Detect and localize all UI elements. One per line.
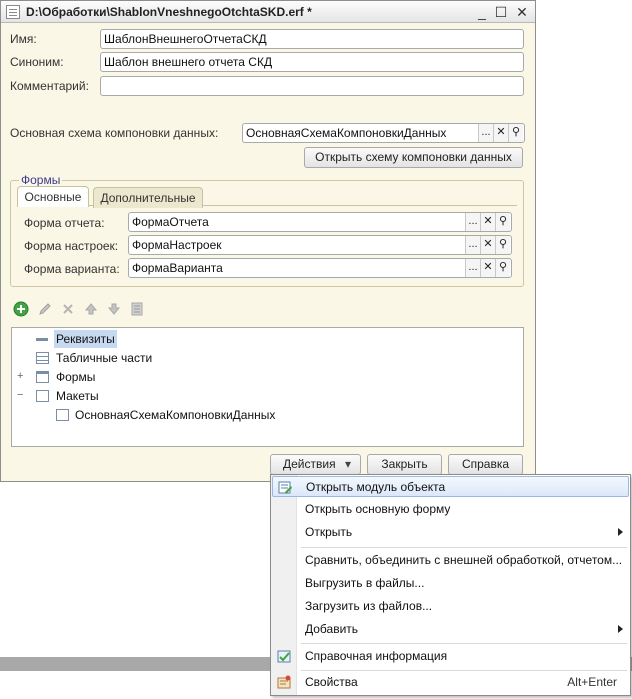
- open-search-icon[interactable]: ⚲: [495, 259, 510, 277]
- clear-icon[interactable]: ✕: [480, 236, 495, 254]
- expand-icon[interactable]: +: [17, 371, 28, 382]
- menu-item-open-object-module[interactable]: Открыть модуль объекта: [272, 476, 629, 497]
- menu-item-properties[interactable]: Свойства Alt+Enter: [272, 672, 629, 693]
- tree-item-templates[interactable]: − Макеты: [17, 387, 137, 405]
- clear-icon[interactable]: ✕: [493, 124, 508, 142]
- schema-field[interactable]: ОсновнаяСхемаКомпоновкиДанных ... ✕ ⚲: [242, 123, 525, 143]
- comment-label: Комментарий:: [10, 79, 89, 93]
- title-bar[interactable]: D:\Обработки\ShablonVneshnegoOtchtaSKD.e…: [1, 1, 535, 23]
- tree-item-label: ОсновнаяСхемаКомпоновкиДанных: [75, 408, 276, 422]
- menu-item-export-files[interactable]: Выгрузить в файлы...: [272, 573, 629, 594]
- menu-item-shortcut: Alt+Enter: [567, 675, 617, 689]
- select-button[interactable]: ...: [465, 236, 480, 254]
- menu-item-label: Добавить: [305, 622, 359, 636]
- open-search-icon[interactable]: ⚲: [508, 124, 523, 142]
- tree-item-label: Табличные части: [56, 351, 153, 365]
- window-title: D:\Обработки\ShablonVneshnegoOtchtaSKD.e…: [26, 5, 312, 19]
- menu-item-label: Загрузить из файлов...: [305, 599, 433, 613]
- sort-icon[interactable]: [129, 301, 145, 317]
- select-button[interactable]: ...: [465, 259, 480, 277]
- settings-form-value: ФормаНастроек: [132, 238, 222, 252]
- name-label: Имя:: [10, 32, 37, 46]
- menu-item-reference-info[interactable]: Справочная информация: [272, 646, 629, 667]
- tab-additional[interactable]: Дополнительные: [93, 187, 203, 208]
- clear-icon[interactable]: ✕: [480, 259, 495, 277]
- settings-form-label: Форма настроек:: [24, 239, 119, 253]
- open-search-icon[interactable]: ⚲: [495, 213, 510, 231]
- actions-label: Действия: [283, 457, 336, 471]
- help-button[interactable]: Справка: [448, 454, 523, 475]
- menu-item-label: Открыть модуль объекта: [306, 480, 446, 494]
- menu-item-label: Справочная информация: [305, 649, 448, 663]
- name-field[interactable]: ШаблонВнешнегоОтчетаСКД: [100, 29, 524, 49]
- actions-button[interactable]: Действия ▾: [270, 454, 361, 475]
- synonym-label: Синоним:: [10, 55, 64, 69]
- close-button[interactable]: ✕: [513, 3, 531, 21]
- comment-field[interactable]: [100, 76, 524, 96]
- select-button[interactable]: ...: [478, 124, 493, 142]
- tab-main[interactable]: Основные: [17, 186, 89, 207]
- settings-form-field[interactable]: ФормаНастроек ... ✕ ⚲: [128, 235, 512, 255]
- template-icon: [36, 390, 49, 402]
- open-schema-button[interactable]: Открыть схему компоновки данных: [304, 147, 523, 168]
- menu-separator: [301, 643, 627, 644]
- menu-item-label: Открыть основную форму: [305, 502, 451, 516]
- table-icon: [36, 352, 49, 364]
- schema-value: ОсновнаяСхемаКомпоновкиДанных: [246, 126, 447, 140]
- chevron-down-icon: ▾: [345, 457, 352, 471]
- maximize-button[interactable]: ☐: [492, 3, 510, 21]
- move-down-icon[interactable]: [106, 301, 122, 317]
- menu-item-compare-merge[interactable]: Сравнить, объединить с внешней обработко…: [272, 550, 629, 571]
- tree-item-attributes[interactable]: Реквизиты: [34, 330, 117, 348]
- menu-item-import-files[interactable]: Загрузить из файлов...: [272, 596, 629, 617]
- schema-label: Основная схема компоновки данных:: [10, 126, 219, 140]
- forms-group-title: Формы: [19, 173, 63, 187]
- clear-icon[interactable]: ✕: [480, 213, 495, 231]
- metadata-tree[interactable]: Реквизиты Табличные части + Формы − Маке…: [11, 327, 524, 447]
- add-icon[interactable]: [13, 301, 29, 317]
- open-search-icon[interactable]: ⚲: [495, 236, 510, 254]
- tree-item-forms[interactable]: + Формы: [17, 368, 137, 386]
- menu-item-label: Выгрузить в файлы...: [305, 576, 425, 590]
- minimize-button[interactable]: _: [473, 3, 491, 21]
- submenu-arrow-icon: [618, 528, 623, 536]
- edit-icon[interactable]: [37, 301, 53, 317]
- delete-icon[interactable]: [60, 301, 76, 317]
- report-form-label: Форма отчета:: [24, 216, 105, 230]
- submenu-arrow-icon: [618, 625, 623, 633]
- collapse-icon[interactable]: −: [17, 390, 28, 401]
- tree-item-main-schema[interactable]: ОсновнаяСхемаКомпоновкиДанных: [56, 406, 316, 424]
- select-button[interactable]: ...: [465, 213, 480, 231]
- report-form-field[interactable]: ФормаОтчета ... ✕ ⚲: [128, 212, 512, 232]
- processing-window: D:\Обработки\ShablonVneshnegoOtchtaSKD.e…: [0, 0, 536, 482]
- report-form-value: ФормаОтчета: [132, 215, 209, 229]
- move-up-icon[interactable]: [83, 301, 99, 317]
- document-icon: [6, 5, 20, 19]
- attribute-icon: [36, 338, 48, 341]
- reference-info-icon: [277, 650, 291, 663]
- close-window-button[interactable]: Закрыть: [367, 454, 442, 475]
- module-icon: [278, 481, 292, 494]
- variant-form-value: ФормаВарианта: [132, 261, 223, 275]
- menu-item-label: Открыть: [305, 525, 353, 539]
- actions-menu: Открыть модуль объекта Открыть основную …: [270, 474, 631, 696]
- tree-item-tabular-sections[interactable]: Табличные части: [34, 349, 174, 367]
- menu-item-open-main-form[interactable]: Открыть основную форму: [272, 499, 629, 520]
- menu-separator: [301, 547, 627, 548]
- schema-template-icon: [56, 409, 69, 421]
- menu-item-add[interactable]: Добавить: [272, 619, 629, 640]
- tree-item-label: Формы: [56, 370, 96, 384]
- menu-separator: [301, 670, 627, 671]
- menu-item-label: Свойства: [305, 675, 358, 689]
- properties-icon: [277, 675, 291, 689]
- variant-form-field[interactable]: ФормаВарианта ... ✕ ⚲: [128, 258, 512, 278]
- tree-item-label: Реквизиты: [54, 330, 117, 348]
- menu-item-label: Сравнить, объединить с внешней обработко…: [305, 553, 623, 567]
- synonym-field[interactable]: Шаблон внешнего отчета СКД: [100, 52, 524, 72]
- form-icon: [36, 371, 49, 383]
- variant-form-label: Форма варианта:: [24, 262, 120, 276]
- menu-item-open[interactable]: Открыть: [272, 522, 629, 543]
- tree-item-label: Макеты: [56, 389, 99, 403]
